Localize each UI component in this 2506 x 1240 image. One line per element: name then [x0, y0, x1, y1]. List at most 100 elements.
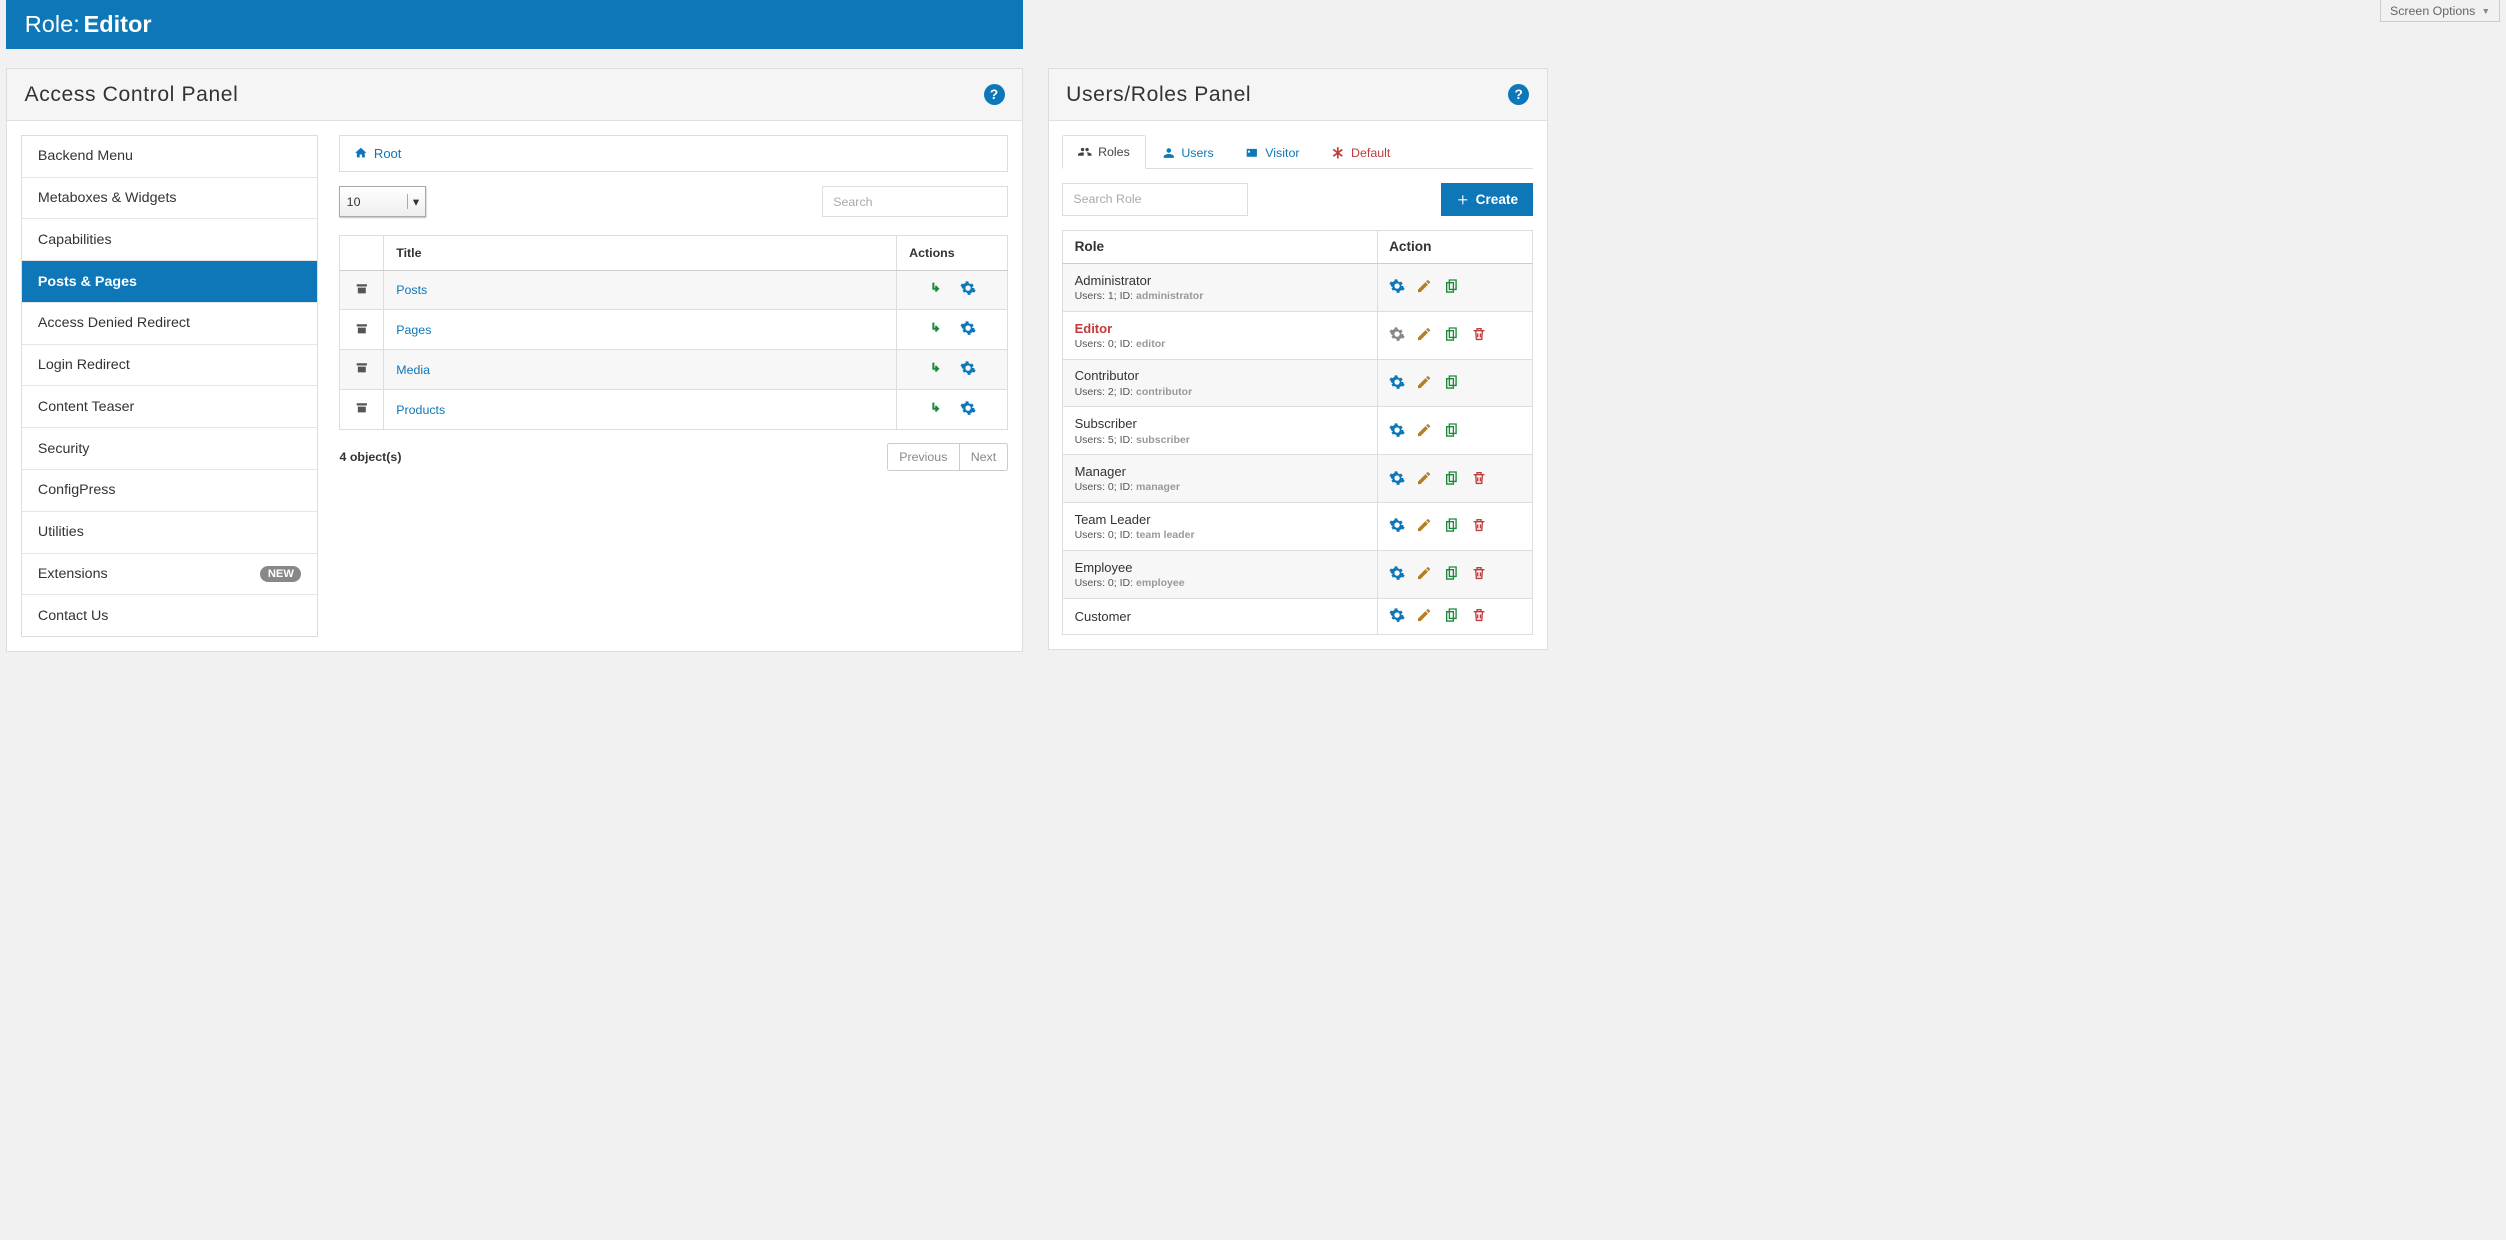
pencil-icon[interactable]: [1416, 422, 1432, 438]
sidebar-item-label: Login Redirect: [38, 357, 130, 373]
sidebar-item[interactable]: Metaboxes & Widgets: [22, 178, 318, 220]
screen-options-label: Screen Options: [2390, 4, 2475, 18]
role-row: Team Leader Users: 0; ID: team leader: [1063, 503, 1533, 551]
gear-icon[interactable]: [960, 360, 976, 376]
copy-icon[interactable]: [1444, 326, 1460, 342]
sidebar-item[interactable]: Capabilities: [22, 219, 318, 261]
sidebar-item[interactable]: Contact Us: [22, 595, 318, 636]
gear-icon[interactable]: [960, 320, 976, 336]
pencil-icon[interactable]: [1416, 278, 1432, 294]
gear-icon[interactable]: [1389, 607, 1405, 623]
sidebar-item[interactable]: Login Redirect: [22, 345, 318, 387]
breadcrumb[interactable]: Root: [339, 135, 1008, 172]
sidebar-item[interactable]: Backend Menu: [22, 136, 318, 178]
gear-icon[interactable]: [1389, 470, 1405, 486]
sidebar-item-label: Content Teaser: [38, 399, 134, 415]
create-role-button[interactable]: Create: [1441, 183, 1533, 216]
tab-visitor[interactable]: Visitor: [1230, 135, 1316, 168]
gear-icon[interactable]: [1389, 422, 1405, 438]
copy-icon[interactable]: [1444, 565, 1460, 581]
tab-visitor-label: Visitor: [1265, 146, 1299, 160]
role-name[interactable]: Team Leader: [1075, 512, 1366, 527]
tab-default[interactable]: Default: [1315, 135, 1406, 168]
post-type-link[interactable]: Media: [396, 363, 430, 377]
sidebar-item[interactable]: Access Denied Redirect: [22, 303, 318, 345]
trash-icon[interactable]: [1471, 565, 1487, 581]
gear-icon[interactable]: [1389, 374, 1405, 390]
role-meta: Users: 0; ID: team leader: [1075, 529, 1366, 541]
role-name[interactable]: Manager: [1075, 464, 1366, 479]
help-icon[interactable]: ?: [984, 84, 1005, 105]
asterisk-icon: [1331, 146, 1345, 160]
role-row: ManagerUsers: 0; ID: manager: [1063, 455, 1533, 503]
copy-icon[interactable]: [1444, 607, 1460, 623]
sidebar-item-label: Capabilities: [38, 232, 112, 248]
table-row: Pages: [340, 310, 1008, 350]
drill-down-icon[interactable]: [928, 360, 944, 376]
post-type-link[interactable]: Pages: [396, 323, 431, 337]
page-size-value: 10: [347, 195, 361, 209]
role-search-input[interactable]: [1062, 183, 1248, 216]
role-name[interactable]: Customer: [1075, 609, 1366, 624]
page-size-select[interactable]: 10 ▾: [339, 186, 426, 217]
role-name[interactable]: Subscriber: [1075, 416, 1366, 431]
trash-icon[interactable]: [1471, 517, 1487, 533]
gear-icon[interactable]: [1389, 326, 1405, 342]
drill-down-icon[interactable]: [928, 400, 944, 416]
role-name[interactable]: Employee: [1075, 560, 1366, 575]
copy-icon[interactable]: [1444, 374, 1460, 390]
help-icon[interactable]: ?: [1508, 84, 1529, 105]
post-type-link[interactable]: Products: [396, 403, 445, 417]
table-header-icon: [340, 235, 383, 270]
pencil-icon[interactable]: [1416, 326, 1432, 342]
role-name[interactable]: Contributor: [1075, 368, 1366, 383]
pencil-icon[interactable]: [1416, 374, 1432, 390]
previous-button[interactable]: Previous: [887, 443, 959, 471]
create-role-label: Create: [1476, 192, 1518, 207]
breadcrumb-root[interactable]: Root: [374, 146, 402, 161]
copy-icon[interactable]: [1444, 517, 1460, 533]
pencil-icon[interactable]: [1416, 565, 1432, 581]
gear-icon[interactable]: [1389, 278, 1405, 294]
copy-icon[interactable]: [1444, 470, 1460, 486]
role-name[interactable]: Editor: [1075, 321, 1366, 336]
tab-roles[interactable]: Roles: [1062, 135, 1145, 168]
tab-roles-label: Roles: [1098, 145, 1130, 159]
role-row: EditorUsers: 0; ID: editor: [1063, 311, 1533, 359]
role-label: Role:: [25, 11, 80, 38]
archive-icon: [355, 361, 369, 375]
gear-icon[interactable]: [960, 280, 976, 296]
user-icon: [1162, 146, 1176, 160]
trash-icon[interactable]: [1471, 326, 1487, 342]
role-name[interactable]: Administrator: [1075, 273, 1366, 288]
pencil-icon[interactable]: [1416, 517, 1432, 533]
drill-down-icon[interactable]: [928, 320, 944, 336]
gear-icon[interactable]: [1389, 517, 1405, 533]
sidebar-item-label: Metaboxes & Widgets: [38, 190, 177, 206]
pencil-icon[interactable]: [1416, 607, 1432, 623]
sidebar-item-label: ConfigPress: [38, 482, 116, 498]
sidebar-item[interactable]: Posts & Pages: [22, 261, 318, 303]
role-row: Customer: [1063, 598, 1533, 634]
tab-users[interactable]: Users: [1146, 135, 1230, 168]
sidebar-item[interactable]: Content Teaser: [22, 386, 318, 428]
sidebar-item[interactable]: Utilities: [22, 512, 318, 554]
copy-icon[interactable]: [1444, 422, 1460, 438]
sidebar-item[interactable]: ExtensionsNEW: [22, 554, 318, 596]
next-button[interactable]: Next: [959, 443, 1009, 471]
table-row: Products: [340, 390, 1008, 430]
sidebar-item[interactable]: Security: [22, 428, 318, 470]
drill-down-icon[interactable]: [928, 280, 944, 296]
search-input[interactable]: [822, 186, 1008, 217]
trash-icon[interactable]: [1471, 470, 1487, 486]
sidebar-item[interactable]: ConfigPress: [22, 470, 318, 512]
copy-icon[interactable]: [1444, 278, 1460, 294]
pencil-icon[interactable]: [1416, 470, 1432, 486]
post-type-link[interactable]: Posts: [396, 283, 427, 297]
role-row: ContributorUsers: 2; ID: contributor: [1063, 359, 1533, 407]
screen-options-button[interactable]: Screen Options ▼: [2380, 0, 2500, 22]
gear-icon[interactable]: [960, 400, 976, 416]
gear-icon[interactable]: [1389, 565, 1405, 581]
role-row: AdministratorUsers: 1; ID: administrator: [1063, 264, 1533, 312]
trash-icon[interactable]: [1471, 607, 1487, 623]
